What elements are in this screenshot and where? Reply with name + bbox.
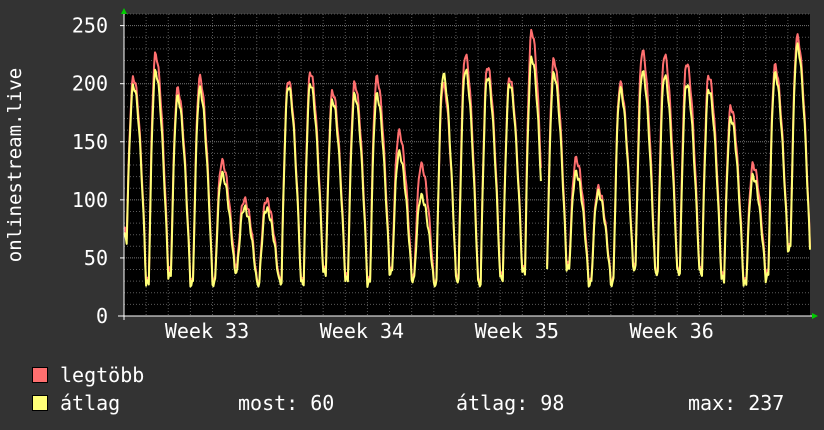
x-tick-label: Week 35 [475, 319, 559, 343]
stat-avg-value: 98 [540, 391, 565, 415]
x-tick-label: Week 34 [320, 319, 404, 343]
stat-avg-label: átlag: [456, 391, 529, 415]
y-axis-ticks: 0 50 100 150 200 250 [72, 14, 124, 328]
stat-max: max: 237 [688, 391, 784, 415]
legend-row-max: legtöbb [32, 363, 812, 387]
y-tick-label: 100 [72, 188, 108, 212]
legend-swatch-atlag [32, 395, 48, 411]
stat-avg: átlag: 98 [456, 391, 564, 415]
x-tick-label: Week 33 [165, 319, 249, 343]
y-axis-arrow-icon [121, 8, 127, 14]
legend-label-atlag: átlag [60, 391, 121, 415]
x-tick-label: Week 36 [630, 319, 714, 343]
x-axis-arrow-icon [812, 313, 818, 319]
legend-swatch-legtobb [32, 367, 48, 383]
stat-max-value: 237 [748, 391, 785, 415]
stat-most-value: 60 [310, 391, 335, 415]
y-tick-label: 150 [72, 130, 108, 154]
stat-most-label: most: [238, 391, 299, 415]
stat-most: most: 60 [238, 391, 334, 415]
y-axis-label: onlinestream.live [4, 68, 26, 262]
legend-label-legtobb: legtöbb [60, 363, 145, 387]
traffic-chart: 050100150200250 Week 33 Week 34 Week 35 Wee… [4, 8, 818, 343]
y-tick-label: 200 [72, 72, 108, 96]
y-tick-label: 50 [84, 246, 108, 270]
stat-max-label: max: [688, 391, 737, 415]
y-tick-label: 0 [96, 304, 108, 328]
y-tick-label: 250 [72, 14, 108, 38]
x-axis-ticks: Week 33 Week 34 Week 35 Week 36 [165, 319, 714, 343]
legend-row-avg: átlag most: 60 átlag: 98 max: 237 [32, 391, 812, 415]
